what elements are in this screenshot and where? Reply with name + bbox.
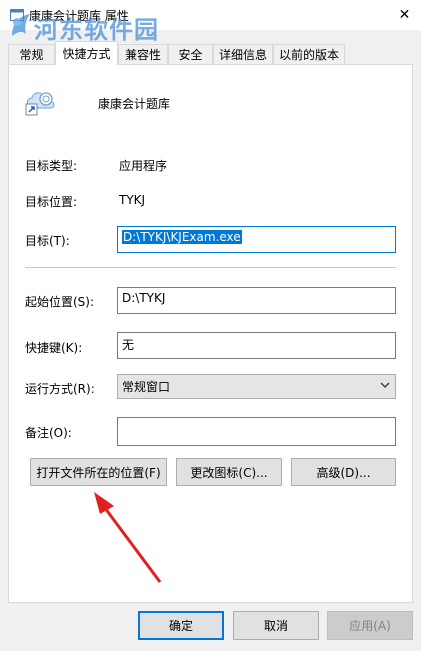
target-location-value: TYKJ [119,193,146,207]
window-title: 康康会计题库 属性 [29,9,129,23]
start-in-label: 起始位置(S): [25,295,95,309]
run-value: 常规窗口 [122,380,171,394]
chevron-down-icon [380,382,390,388]
tab-security[interactable]: 安全 [168,44,213,64]
divider [25,267,396,268]
tab-details[interactable]: 详细信息 [213,44,273,64]
change-icon-button[interactable]: 更改图标(C)... [176,458,282,486]
close-button[interactable]: ✕ [388,0,421,30]
hotkey-field[interactable]: 无 [117,332,396,359]
start-in-field[interactable]: D:\TYKJ [117,287,396,314]
cloud-shortcut-icon [25,92,55,116]
tab-compatibility[interactable]: 兼容性 [118,44,168,64]
target-field[interactable]: D:\TYKJ\KJExam.exe [117,226,396,253]
target-type-value: 应用程序 [119,159,168,173]
close-icon: ✕ [398,7,411,23]
tab-previous-versions[interactable]: 以前的版本 [273,44,345,64]
shortcut-file-icon [10,9,24,21]
app-name: 康康会计题库 [98,97,171,111]
open-file-location-button[interactable]: 打开文件所在的位置(F) [30,458,167,486]
tab-shortcut[interactable]: 快捷方式 [55,41,118,65]
target-label: 目标(T): [25,234,70,248]
target-type-label: 目标类型: [25,159,78,173]
advanced-button[interactable]: 高级(D)... [291,458,396,486]
tab-general[interactable]: 常规 [8,44,55,64]
run-label: 运行方式(R): [25,382,95,396]
hotkey-label: 快捷键(K): [25,341,83,355]
run-select[interactable]: 常规窗口 [117,374,396,399]
target-field-value: D:\TYKJ\KJExam.exe [122,230,242,244]
hotkey-value: 无 [122,338,135,352]
cancel-button[interactable]: 取消 [233,611,319,640]
start-in-value: D:\TYKJ [122,291,166,305]
comment-field[interactable] [117,417,396,446]
apply-button[interactable]: 应用(A) [327,611,413,640]
comment-label: 备注(O): [25,426,72,440]
ok-button[interactable]: 确定 [138,611,224,640]
target-location-label: 目标位置: [25,195,78,209]
